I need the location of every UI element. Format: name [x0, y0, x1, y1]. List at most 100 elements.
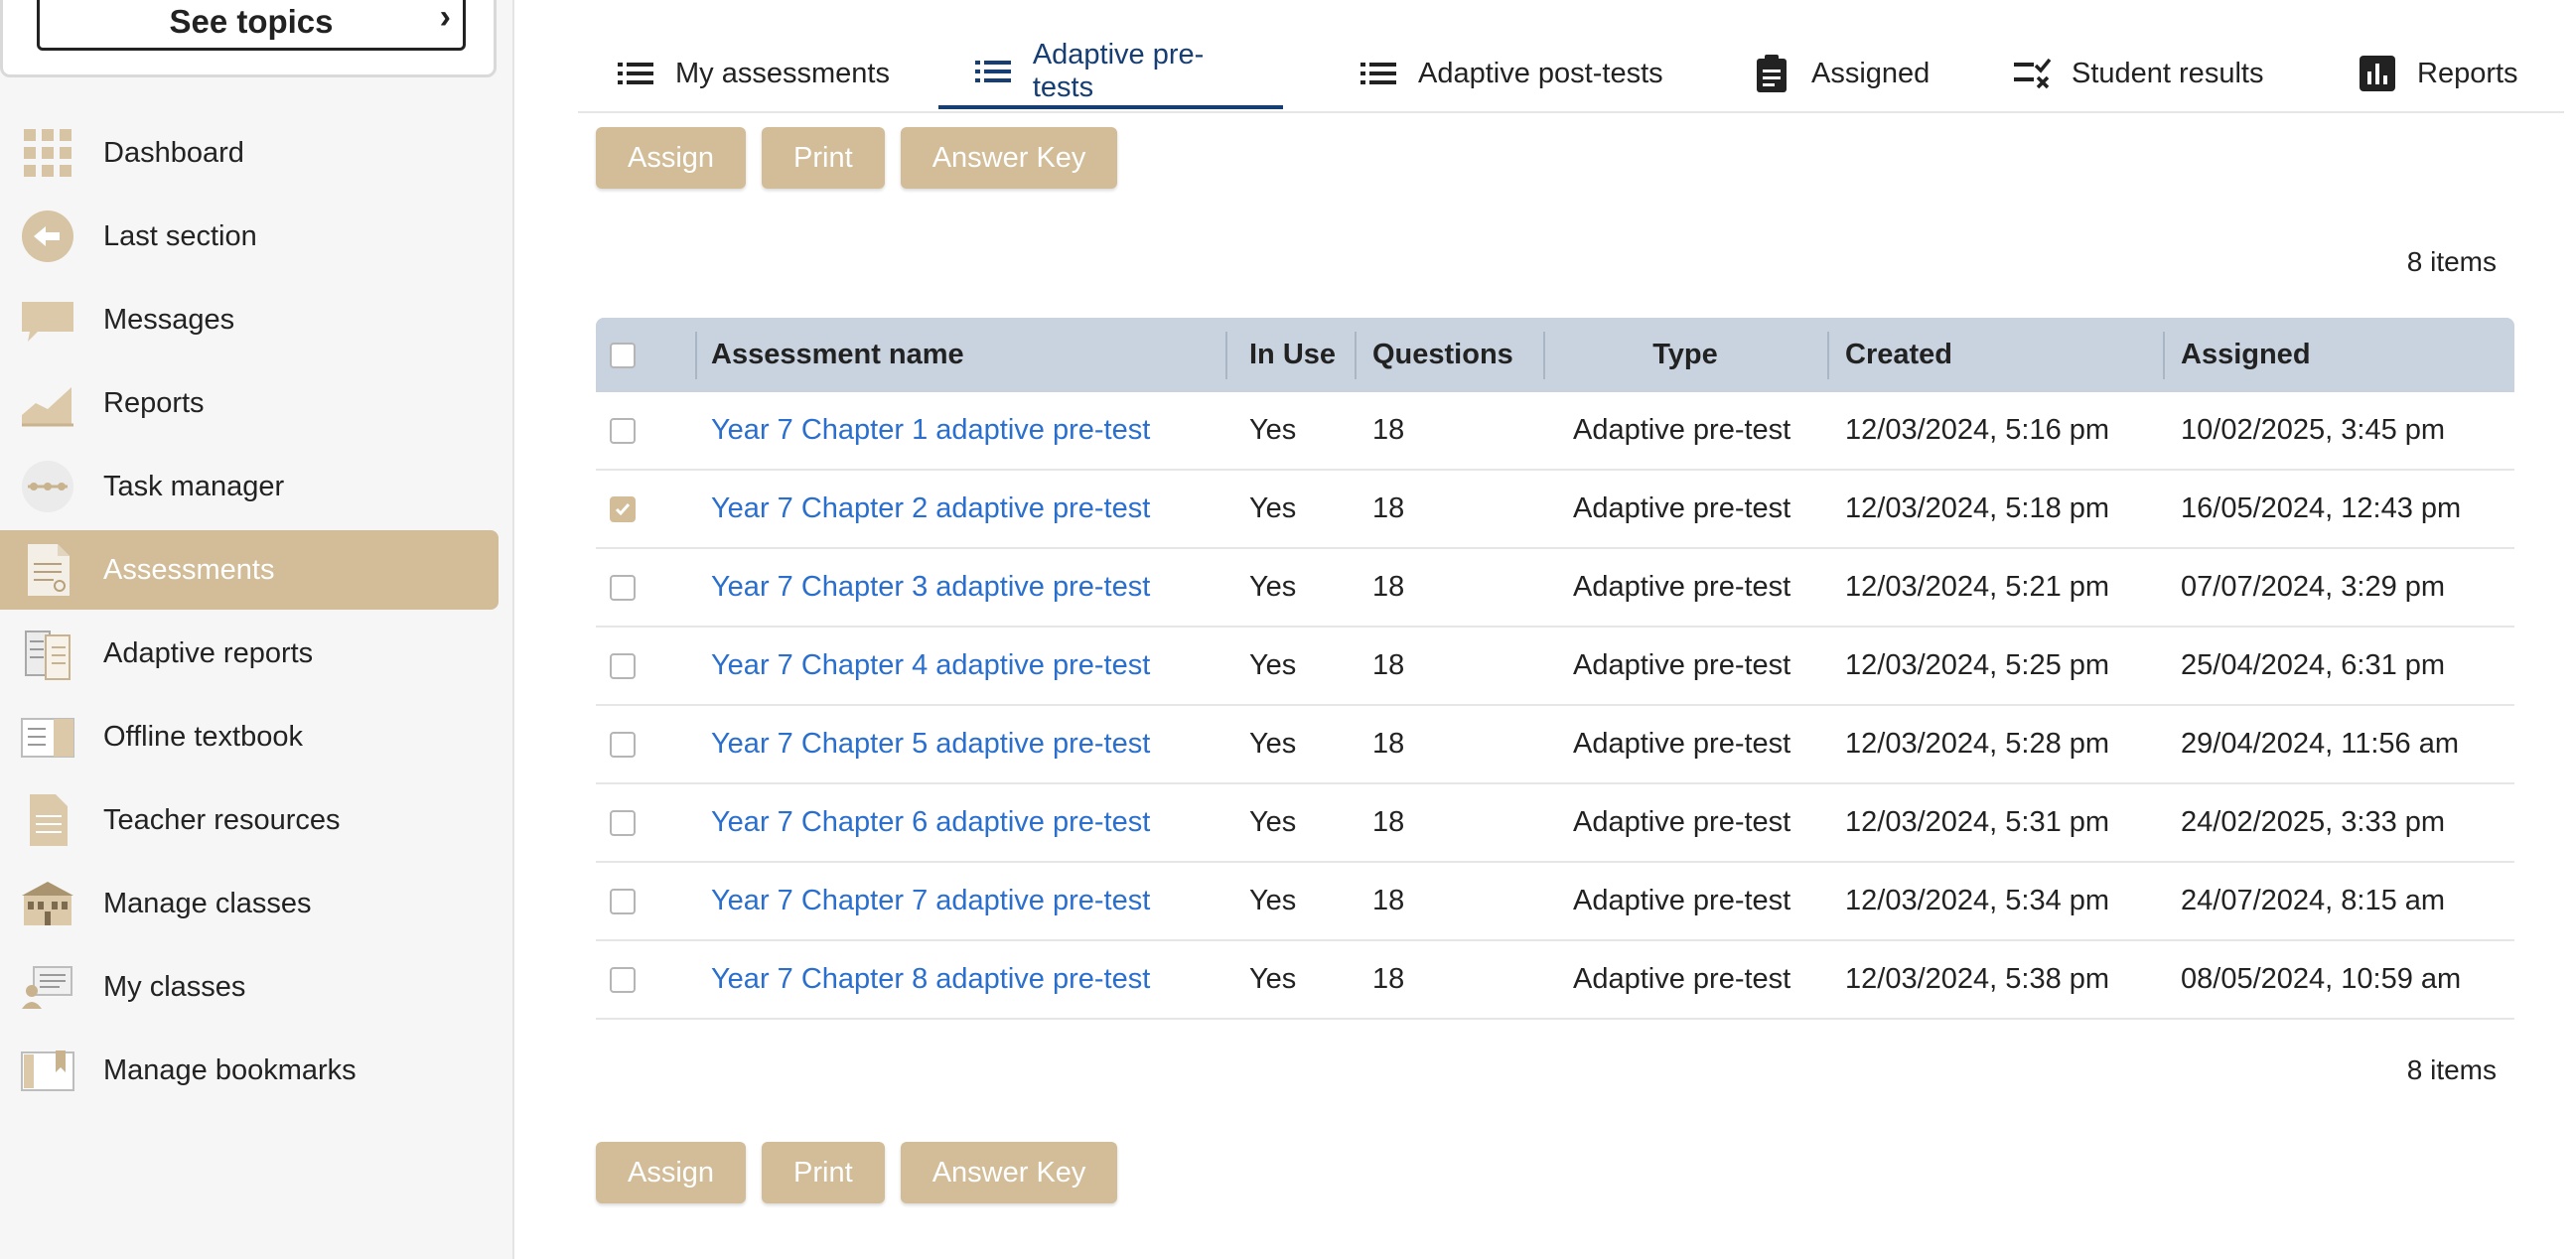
- sidebar-item-label: Teacher resources: [103, 803, 341, 836]
- print-button[interactable]: Print: [762, 127, 885, 189]
- in-use-cell: Yes: [1249, 414, 1297, 446]
- see-topics-button[interactable]: See topics ›: [37, 0, 466, 51]
- sidebar-item-reports[interactable]: Reports: [0, 363, 499, 443]
- select-all-cell: [610, 318, 636, 392]
- row-select-cell: [610, 628, 636, 704]
- chevron-right-icon: ›: [439, 0, 451, 36]
- sidebar-item-my-classes[interactable]: My classes: [0, 947, 499, 1027]
- bar-chart-icon: [2358, 54, 2397, 93]
- assigned-cell: 07/07/2024, 3:29 pm: [2181, 571, 2446, 603]
- table-row: Year 7 Chapter 8 adaptive pre-test Yes 18 A…: [596, 941, 2514, 1020]
- row-checkbox[interactable]: [610, 495, 636, 522]
- sidebar-item-label: Last section: [103, 219, 257, 252]
- table-row: Year 7 Chapter 5 adaptive pre-test Yes 18 A…: [596, 706, 2514, 784]
- assigned-cell: 08/05/2024, 10:59 am: [2181, 963, 2462, 995]
- assessment-name-link[interactable]: Year 7 Chapter 8 adaptive pre-test: [711, 941, 1150, 1018]
- sidebar-item-label: Assessments: [103, 553, 275, 586]
- select-all-checkbox[interactable]: [610, 342, 636, 368]
- assessments-table: Assessment name In Use Questions Type Cr…: [596, 318, 2514, 1020]
- in-use-cell: Yes: [1249, 571, 1297, 603]
- questions-cell: 18: [1372, 571, 1405, 603]
- in-use-cell: Yes: [1249, 806, 1297, 838]
- created-cell: 12/03/2024, 5:18 pm: [1845, 492, 2110, 524]
- assessment-name-link[interactable]: Year 7 Chapter 3 adaptive pre-test: [711, 549, 1150, 626]
- in-use-cell: Yes: [1249, 885, 1297, 916]
- column-header-created[interactable]: Created: [1827, 318, 2163, 392]
- assessment-name-link[interactable]: Year 7 Chapter 7 adaptive pre-test: [711, 863, 1150, 939]
- row-select-cell: [610, 784, 636, 861]
- tab-label: Reports: [2417, 57, 2518, 89]
- area-chart-icon: [20, 375, 75, 431]
- row-checkbox[interactable]: [610, 417, 636, 444]
- assigned-cell: 16/05/2024, 12:43 pm: [2181, 492, 2462, 524]
- questions-cell: 18: [1372, 649, 1405, 681]
- back-arrow-icon: [20, 209, 75, 264]
- sidebar-item-dashboard[interactable]: Dashboard: [0, 113, 499, 193]
- speech-bubble-icon: [20, 292, 75, 348]
- column-header-type[interactable]: Type: [1543, 318, 1827, 392]
- questions-cell: 18: [1372, 806, 1405, 838]
- sidebar-item-teacher-resources[interactable]: Teacher resources: [0, 780, 499, 860]
- table-row: Year 7 Chapter 7 adaptive pre-test Yes 18 A…: [596, 863, 2514, 941]
- assign-button[interactable]: Assign: [596, 127, 747, 189]
- type-cell: Adaptive pre-test: [1573, 649, 1791, 681]
- questions-cell: 18: [1372, 414, 1405, 446]
- sidebar-item-adaptive-reports[interactable]: Adaptive reports: [0, 614, 499, 693]
- tab-label: Adaptive post-tests: [1418, 57, 1663, 89]
- sidebar-item-last-section[interactable]: Last section: [0, 197, 499, 276]
- tab-reports[interactable]: Reports: [2358, 38, 2518, 109]
- sidebar-item-manage-classes[interactable]: Manage classes: [0, 864, 499, 943]
- row-select-cell: [610, 706, 636, 782]
- checklist-icon: [2012, 54, 2052, 93]
- sidebar-item-label: Manage classes: [103, 887, 312, 919]
- column-header-in-use[interactable]: In Use: [1225, 318, 1355, 392]
- assessment-name-link[interactable]: Year 7 Chapter 5 adaptive pre-test: [711, 706, 1150, 782]
- in-use-cell: Yes: [1249, 649, 1297, 681]
- assessment-name-link[interactable]: Year 7 Chapter 1 adaptive pre-test: [711, 392, 1150, 469]
- assigned-cell: 24/02/2025, 3:33 pm: [2181, 806, 2446, 838]
- tab-my-assessments[interactable]: My assessments: [616, 38, 890, 109]
- created-cell: 12/03/2024, 5:25 pm: [1845, 649, 2110, 681]
- type-cell: Adaptive pre-test: [1573, 806, 1791, 838]
- tab-adaptive-pre-tests[interactable]: Adaptive pre-tests: [938, 38, 1283, 109]
- table-row: Year 7 Chapter 2 adaptive pre-test Yes 18 A…: [596, 471, 2514, 549]
- created-cell: 12/03/2024, 5:34 pm: [1845, 885, 2110, 916]
- tab-adaptive-post-tests[interactable]: Adaptive post-tests: [1359, 38, 1663, 109]
- assigned-cell: 29/04/2024, 11:56 am: [2181, 728, 2460, 760]
- sidebar-item-offline-textbook[interactable]: Offline textbook: [0, 697, 499, 776]
- answer-key-button[interactable]: Answer Key: [900, 1142, 1118, 1203]
- print-button[interactable]: Print: [762, 1142, 885, 1203]
- table-row: Year 7 Chapter 1 adaptive pre-test Yes 18 A…: [596, 392, 2514, 471]
- tab-assigned[interactable]: Assigned: [1752, 38, 1930, 109]
- type-cell: Adaptive pre-test: [1573, 885, 1791, 916]
- row-checkbox[interactable]: [610, 574, 636, 601]
- row-checkbox[interactable]: [610, 731, 636, 758]
- column-header-assigned[interactable]: Assigned: [2163, 318, 2514, 392]
- column-header-name[interactable]: Assessment name: [695, 318, 1225, 392]
- sidebar-item-manage-bookmarks[interactable]: Manage bookmarks: [0, 1031, 499, 1110]
- assign-button[interactable]: Assign: [596, 1142, 747, 1203]
- column-header-questions[interactable]: Questions: [1355, 318, 1543, 392]
- sidebar-item-assessments[interactable]: Assessments: [0, 530, 499, 610]
- sidebar-item-label: My classes: [103, 970, 246, 1003]
- row-checkbox[interactable]: [610, 809, 636, 836]
- sidebar-item-messages[interactable]: Messages: [0, 280, 499, 359]
- assessment-name-link[interactable]: Year 7 Chapter 2 adaptive pre-test: [711, 471, 1150, 547]
- textbook-icon: [20, 709, 75, 765]
- classroom-icon: [20, 959, 75, 1015]
- questions-cell: 18: [1372, 728, 1405, 760]
- assessment-name-link[interactable]: Year 7 Chapter 4 adaptive pre-test: [711, 628, 1150, 704]
- assessment-name-link[interactable]: Year 7 Chapter 6 adaptive pre-test: [711, 784, 1150, 861]
- assessment-tabs: My assessments Adaptive pre-tests Adapti…: [578, 38, 2564, 113]
- tab-student-results[interactable]: Student results: [2012, 38, 2263, 109]
- sidebar-item-task-manager[interactable]: Task manager: [0, 447, 499, 526]
- answer-key-button[interactable]: Answer Key: [900, 127, 1118, 189]
- created-cell: 12/03/2024, 5:31 pm: [1845, 806, 2110, 838]
- row-checkbox[interactable]: [610, 888, 636, 914]
- row-checkbox[interactable]: [610, 652, 636, 679]
- table-header: Assessment name In Use Questions Type Cr…: [596, 318, 2514, 392]
- row-checkbox[interactable]: [610, 966, 636, 993]
- table-row: Year 7 Chapter 3 adaptive pre-test Yes 18 A…: [596, 549, 2514, 628]
- bottom-action-bar: Assign Print Answer Key: [596, 1142, 1118, 1203]
- in-use-cell: Yes: [1249, 728, 1297, 760]
